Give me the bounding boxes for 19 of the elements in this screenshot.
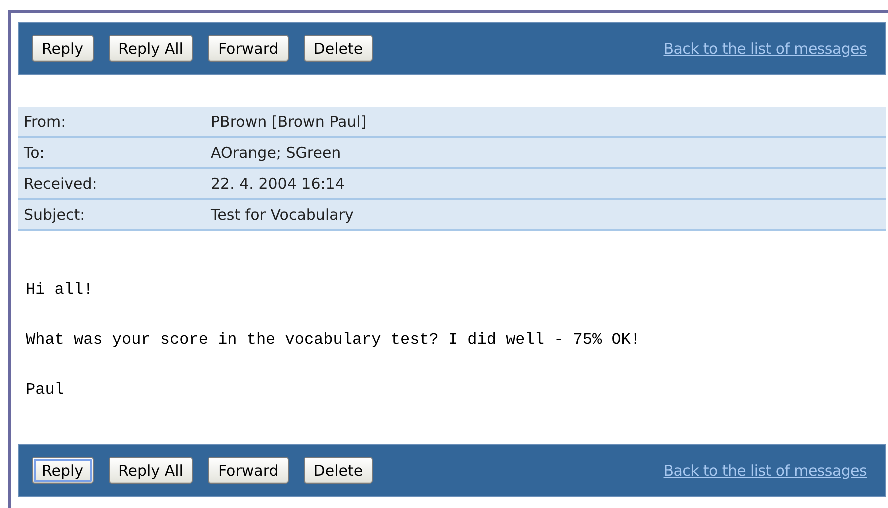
message-text: What was your score in the vocabulary test? I did well - 75% OK! <box>26 331 642 349</box>
reply-all-button[interactable]: Reply All <box>108 35 194 62</box>
header-label: To: <box>23 144 46 162</box>
header-label: Received: <box>23 174 98 192</box>
delete-button[interactable]: Delete <box>304 35 374 62</box>
reply-button[interactable]: Reply <box>32 35 94 62</box>
header-value: PBrown [Brown Paul] <box>210 112 368 130</box>
message-text: Hi all! <box>26 281 94 299</box>
header-value: AOrange; SGreen <box>210 144 342 162</box>
header-label: Subject: <box>23 206 86 224</box>
header-value: Test for Vocabulary <box>210 206 355 224</box>
delete-button[interactable]: Delete <box>304 457 374 484</box>
reply-all-button[interactable]: Reply All <box>108 457 194 484</box>
reply-button[interactable]: Reply <box>32 457 94 484</box>
message-text: Paul <box>26 381 66 399</box>
forward-button[interactable]: Forward <box>208 457 289 484</box>
forward-button[interactable]: Forward <box>208 35 289 62</box>
header-value: 22. 4. 2004 16:14 <box>210 174 346 192</box>
header-label: From: <box>23 112 68 130</box>
